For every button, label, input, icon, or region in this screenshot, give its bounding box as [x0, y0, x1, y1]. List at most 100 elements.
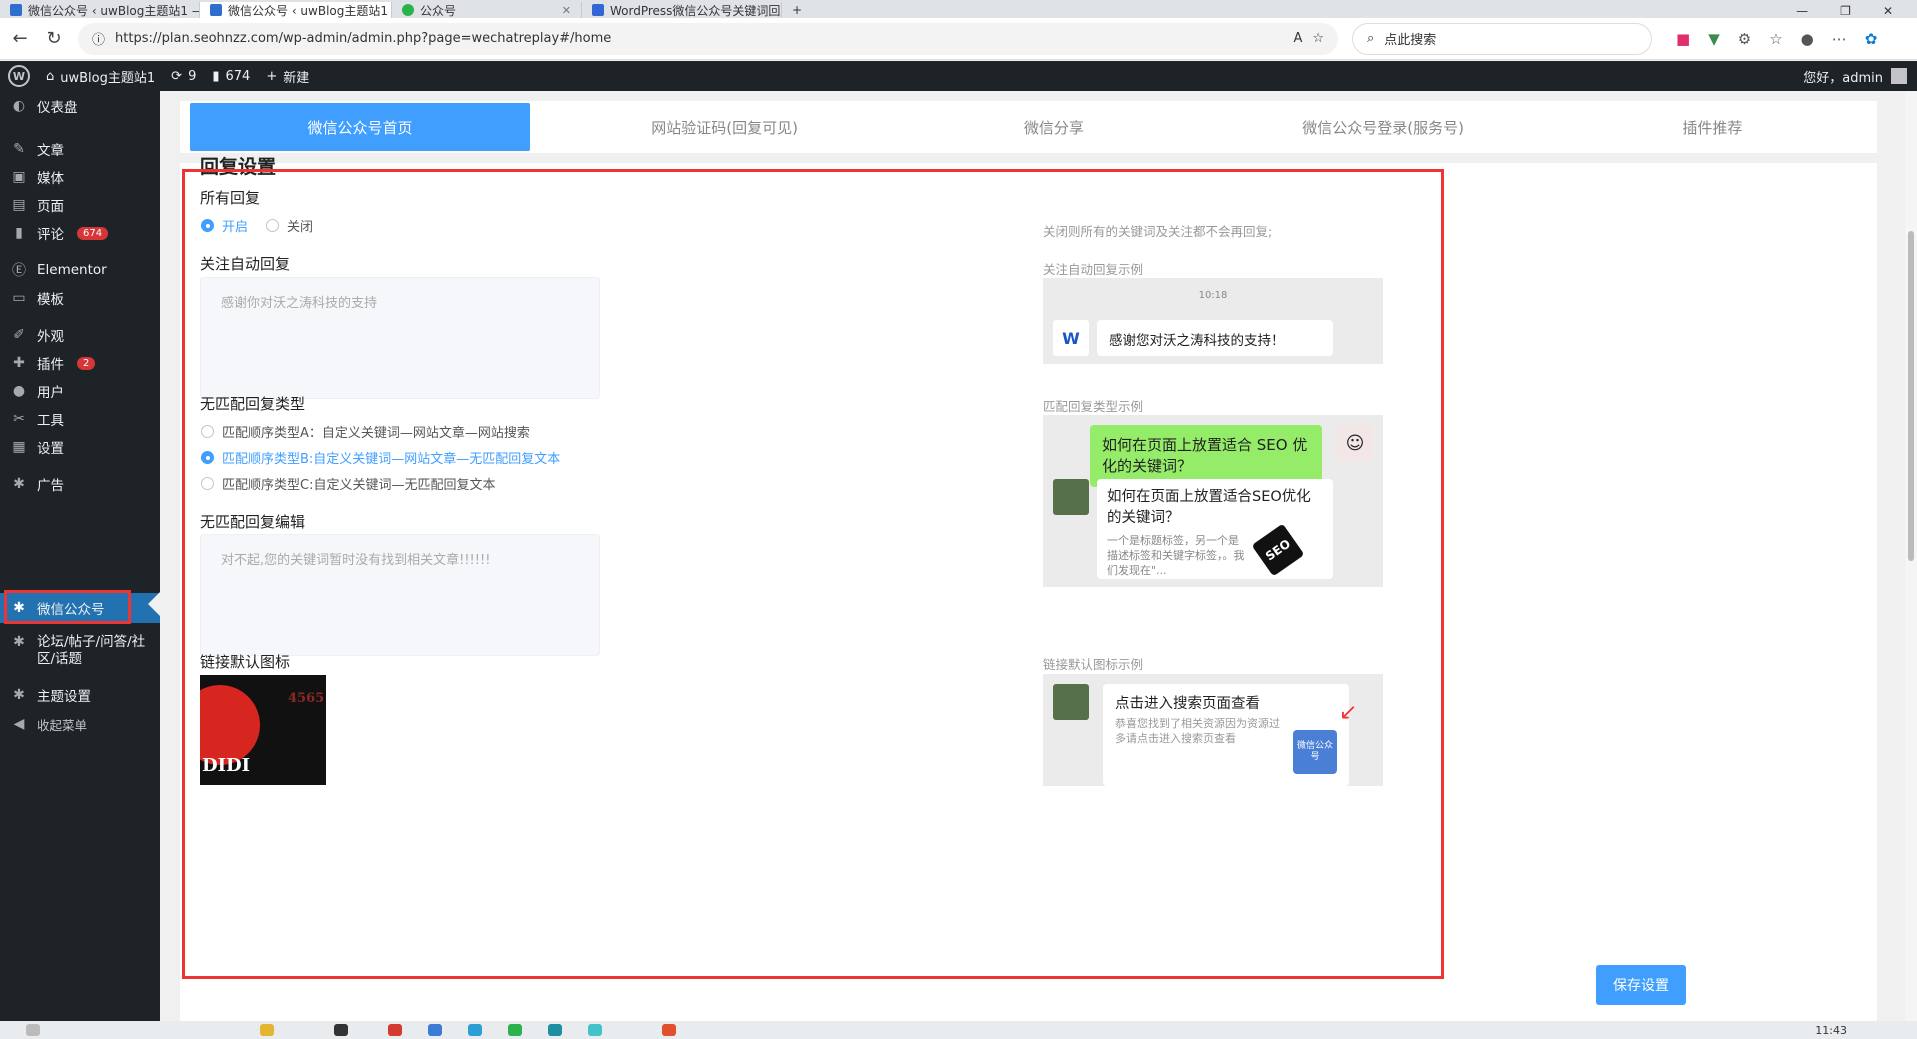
sidebar-item-theme-settings[interactable]: ✱ 主题设置	[0, 681, 160, 709]
favorites-icon[interactable]: ☆	[1769, 30, 1782, 48]
browser-search-box[interactable]: ⌕ 点此搜索	[1352, 22, 1652, 55]
pin-icon: ✎	[13, 141, 25, 157]
sidebar-item-posts[interactable]: ✎ 文章	[0, 135, 160, 163]
taskbar-app-icon[interactable]	[548, 1024, 562, 1036]
address-bar[interactable]: ⓘ https://plan.seohnzz.com/wp-admin/admi…	[78, 22, 1338, 55]
plugins-count-badge: 2	[77, 356, 96, 370]
elementor-icon: Ⓔ	[12, 263, 26, 279]
os-taskbar: 11:43	[0, 1021, 1917, 1039]
sidebar-item-pages[interactable]: ▤ 页面	[0, 191, 160, 219]
media-icon: ▣	[12, 169, 26, 185]
favorite-star-icon[interactable]: ☆	[1312, 31, 1324, 46]
site-info-icon[interactable]: ⓘ	[92, 29, 105, 48]
taskbar-app-icon[interactable]	[508, 1024, 522, 1036]
avatar	[1891, 68, 1907, 84]
plus-icon: +	[792, 3, 803, 17]
sidebar-item-elementor[interactable]: Ⓔ Elementor	[0, 256, 160, 284]
plugin-tabs: 微信公众号首页 网站验证码(回复可见) 微信分享 微信公众号登录(服务号) 插件…	[180, 101, 1877, 153]
reload-icon[interactable]: ↻	[44, 28, 64, 49]
tab-site-captcha[interactable]: 网站验证码(回复可见)	[560, 103, 889, 151]
wordpress-favicon-icon	[592, 4, 604, 16]
gear-icon: ✱	[13, 687, 25, 703]
browser-tab[interactable]: WordPress微信公众号关键词回复✕	[582, 2, 782, 18]
profile-icon[interactable]: ●	[1801, 30, 1814, 48]
sidebar-item-comments[interactable]: ▮ 评论 674	[0, 219, 160, 247]
wechat-favicon-icon	[402, 4, 414, 16]
new-content-link[interactable]: + 新建	[266, 67, 309, 86]
taskbar-app-icon[interactable]	[334, 1024, 348, 1036]
taskbar-app-icon[interactable]	[428, 1024, 442, 1036]
gear-icon: ✱	[13, 476, 25, 492]
browser-tab-active[interactable]: 微信公众号 ‹ uwBlog主题站1 — V✕	[200, 2, 392, 18]
home-icon: ⌂	[46, 68, 55, 84]
settings-icon: ▦	[12, 439, 26, 455]
sidebar-highlight-box	[4, 590, 131, 624]
sidebar-item-appearance[interactable]: ✐ 外观	[0, 321, 160, 349]
user-icon: ●	[12, 383, 26, 399]
close-window-icon[interactable]: ✕	[1883, 4, 1893, 18]
sidebar-item-forum[interactable]: ✱ 论坛/帖子/问答/社区/话题	[0, 634, 160, 674]
search-icon: ⌕	[1367, 31, 1375, 46]
browser-tab[interactable]: 微信公众号 ‹ uwBlog主题站1 — V✕	[0, 2, 200, 18]
close-tab-icon[interactable]: ✕	[562, 4, 571, 17]
window-controls: — ❐ ✕	[1796, 4, 1917, 18]
taskbar-app-icon[interactable]	[588, 1024, 602, 1036]
updates-link[interactable]: ⟳ 9	[171, 69, 196, 84]
sidebar-collapse-menu[interactable]: ◀ 收起菜单	[0, 710, 160, 738]
comment-icon: ▮	[212, 68, 220, 84]
wordpress-logo-icon[interactable]: W	[8, 65, 30, 87]
new-tab-button[interactable]: +	[782, 2, 812, 18]
browser-tab[interactable]: 公众号 ✕	[392, 2, 582, 18]
vue-icon[interactable]: ▼	[1708, 30, 1720, 48]
tab-wechat-share[interactable]: 微信分享	[889, 103, 1218, 151]
page-scrollbar[interactable]	[1905, 91, 1917, 1021]
main-content: 微信公众号首页 网站验证码(回复可见) 微信分享 微信公众号登录(服务号) 插件…	[160, 91, 1917, 1023]
tab-wechat-login[interactable]: 微信公众号登录(服务号)	[1219, 103, 1548, 151]
read-aloud-icon[interactable]: A	[1293, 31, 1302, 46]
sidebar-item-settings[interactable]: ▦ 设置	[0, 433, 160, 461]
comments-link[interactable]: ▮ 674	[212, 69, 250, 84]
back-icon[interactable]: ←	[10, 28, 30, 49]
sidebar-item-ads[interactable]: ✱ 广告	[0, 470, 160, 498]
extensions-icon[interactable]: ⚙	[1738, 30, 1751, 48]
comments-count-badge: 674	[77, 226, 109, 240]
extension-icon[interactable]: ■	[1676, 30, 1690, 48]
minimize-icon[interactable]: —	[1796, 4, 1808, 18]
current-menu-arrow	[148, 592, 160, 616]
extension-icons: ■ ▼ ⚙ ☆ ● ⋯ ✿	[1676, 30, 1877, 48]
taskbar-app-icon[interactable]	[388, 1024, 402, 1036]
taskbar-app-icon[interactable]	[260, 1024, 274, 1036]
sidebar-item-tools[interactable]: ✂ 工具	[0, 405, 160, 433]
wordpress-favicon-icon	[210, 4, 222, 16]
save-settings-button[interactable]: 保存设置	[1596, 965, 1686, 1005]
taskbar-app-icon[interactable]	[662, 1024, 676, 1036]
sidebar-item-templates[interactable]: ▭ 模板	[0, 284, 160, 312]
taskbar-app-icon[interactable]	[26, 1024, 40, 1036]
sidebar-item-dashboard[interactable]: ◐ 仪表盘	[0, 91, 160, 121]
page-icon: ▤	[12, 197, 26, 213]
plus-icon: +	[266, 68, 278, 84]
maximize-icon[interactable]: ❐	[1840, 4, 1851, 18]
browser-toolbar: ← ↻ ⓘ https://plan.seohnzz.com/wp-admin/…	[0, 18, 1917, 60]
account-menu[interactable]: 您好，admin	[1803, 67, 1917, 86]
sidebar-item-media[interactable]: ▣ 媒体	[0, 163, 160, 191]
tab-wechat-home[interactable]: 微信公众号首页	[190, 103, 530, 151]
taskbar-clock: 11:43	[1815, 1023, 1847, 1037]
wp-admin-bar: W ⌂ uwBlog主题站1 ⟳ 9 ▮ 674 + 新建 您好，admin	[0, 61, 1917, 91]
sidebar-item-plugins[interactable]: ✚ 插件 2	[0, 349, 160, 377]
more-icon[interactable]: ⋯	[1832, 30, 1847, 48]
copilot-icon[interactable]: ✿	[1865, 30, 1878, 48]
dashboard-icon: ◐	[12, 98, 26, 114]
site-name-link[interactable]: ⌂ uwBlog主题站1	[46, 67, 155, 86]
url-text: https://plan.seohnzz.com/wp-admin/admin.…	[115, 31, 612, 46]
wordpress-favicon-icon	[10, 4, 22, 16]
updates-icon: ⟳	[171, 68, 183, 84]
tab-plugin-recommend[interactable]: 插件推荐	[1548, 103, 1877, 151]
plugin-icon: ✚	[13, 355, 25, 371]
folder-icon: ▭	[12, 290, 26, 306]
settings-highlight-box	[182, 169, 1444, 979]
browser-tabstrip: 微信公众号 ‹ uwBlog主题站1 — V✕ 微信公众号 ‹ uwBlog主题…	[0, 0, 1917, 18]
taskbar-app-icon[interactable]	[468, 1024, 482, 1036]
scrollbar-thumb[interactable]	[1908, 231, 1914, 561]
sidebar-item-users[interactable]: ● 用户	[0, 377, 160, 405]
